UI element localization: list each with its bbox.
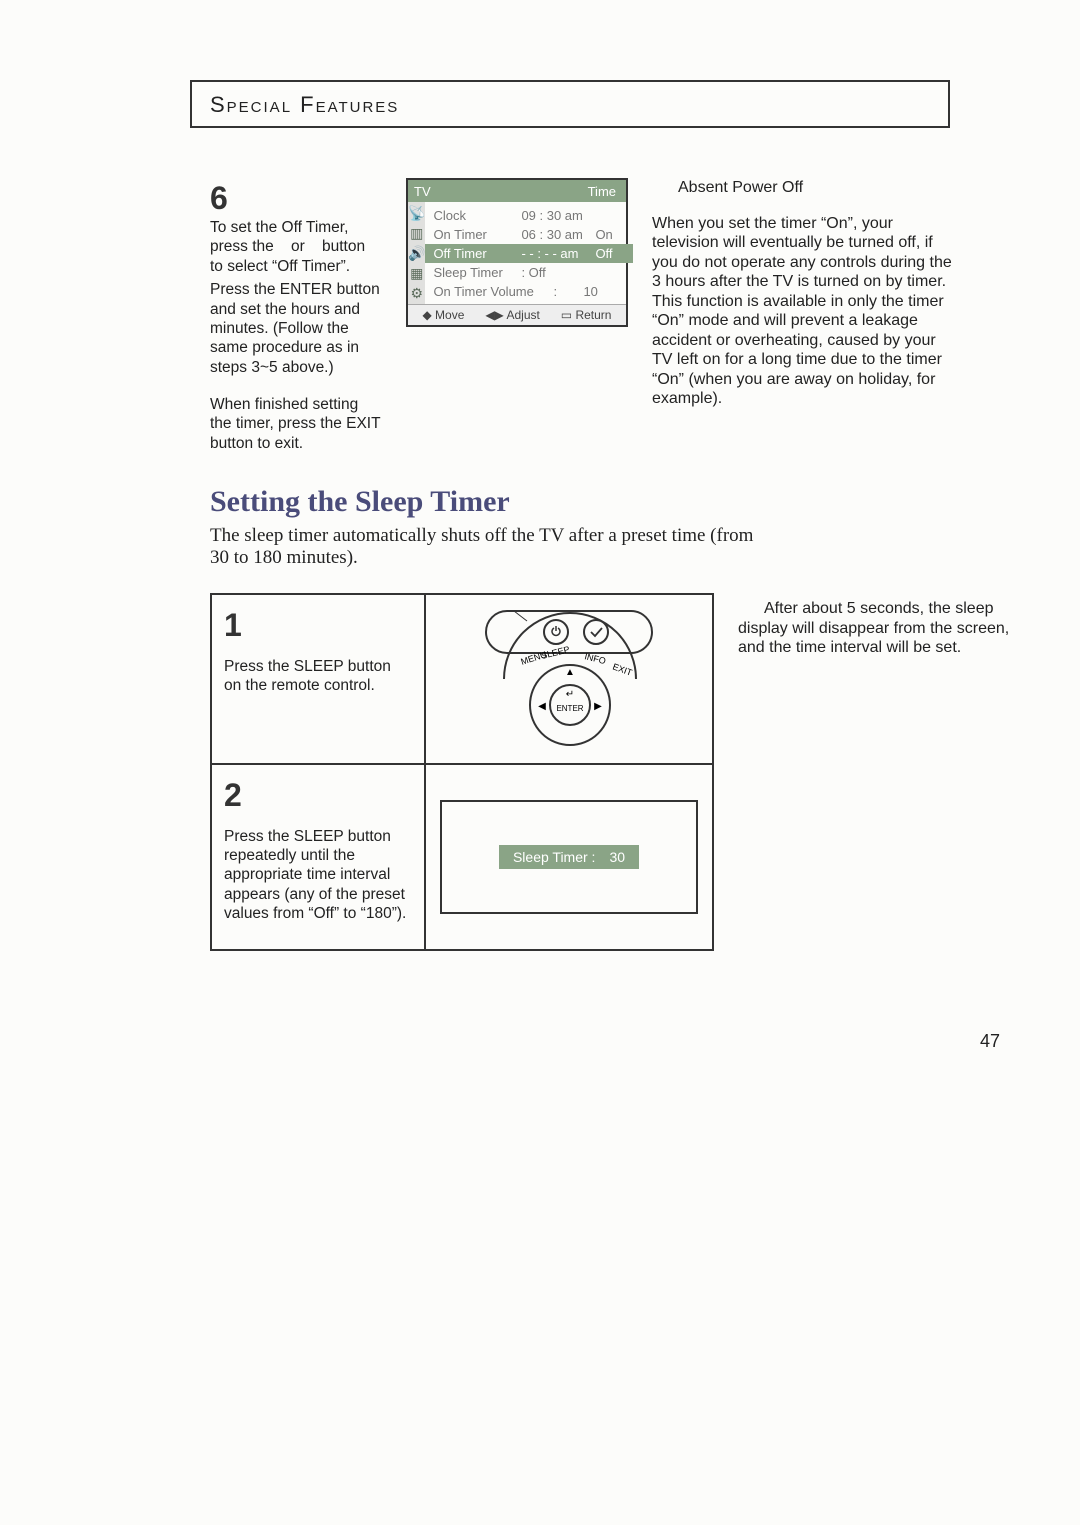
footer-move: ◆ Move [422, 308, 464, 322]
sleep-step-1-body: Press the SLEEP button on the remote con… [224, 657, 412, 696]
sleep-step-1-text: 1 Press the SLEEP button on the remote c… [212, 595, 426, 763]
sleep-step-2-text: 2 Press the SLEEP button repeatedly unti… [212, 765, 426, 949]
picture-icon: ▥ [410, 226, 423, 240]
osd-row-off-timer: Off Timer - - : - - am Off [425, 244, 633, 263]
footer-adjust: ◀▶ Adjust [485, 308, 540, 322]
step-6-para-2: Press the ENTER button and set the hours… [210, 280, 382, 377]
sleep-step-1-panel: 1 Press the SLEEP button on the remote c… [210, 593, 714, 765]
step-6-row: 6 To set the Off Timer, press the or but… [210, 178, 1010, 457]
sleep-timer-heading: Setting the Sleep Timer [210, 485, 1010, 519]
remote-illustration: MENU SLEEP INFO EXIT ↵ ENTER ▲ ◀ ▶ [426, 595, 712, 763]
osd-tab-tv: TV [414, 184, 431, 199]
sleep-step-2-panel: 2 Press the SLEEP button repeatedly unti… [210, 765, 714, 951]
absent-body: When you set the timer “On”, your televi… [652, 214, 952, 409]
osd-row-sleep-timer: Sleep Timer : Off [433, 263, 625, 282]
sleep-step-2-body: Press the SLEEP button repeatedly until … [224, 827, 412, 924]
setup-icon: ⚙ [410, 286, 423, 300]
svg-text:↵: ↵ [566, 689, 574, 700]
chapter-title-text: Special Features [210, 92, 399, 117]
sleep-osd-label: Sleep Timer : [513, 849, 595, 865]
sleep-step-2-osd: Sleep Timer : 30 [426, 765, 712, 949]
sleep-timer-intro: The sleep timer automatically shuts off … [210, 525, 770, 569]
sleep-note: After about 5 seconds, the sleep display… [738, 599, 1010, 658]
absent-title: Absent Power Off [678, 179, 803, 196]
label-enter: ENTER [556, 704, 583, 713]
sleep-step-2-number: 2 [224, 775, 412, 815]
osd-row-on-timer-volume: On Timer Volume : 10 [433, 282, 625, 301]
osd-row-on-timer: On Timer 06 : 30 am On [433, 225, 625, 244]
page-number: 47 [70, 1031, 1000, 1052]
sound-icon: 🔊 [408, 246, 425, 260]
svg-text:◀: ◀ [538, 701, 546, 712]
osd-footer: ◆ Move ◀▶ Adjust ▭ Return [408, 304, 626, 325]
antenna-icon: 📡 [408, 206, 425, 220]
osd-title-time: Time [588, 184, 616, 199]
chapter-title: Special Features [190, 80, 950, 128]
time-osd-screenshot: TV Time 📡 ▥ 🔊 ▦ ⚙ Clock 09 : 30 am [406, 178, 628, 327]
osd-list: Clock 09 : 30 am On Timer 06 : 30 am On … [425, 202, 633, 304]
osd-row-clock: Clock 09 : 30 am [433, 206, 625, 225]
sleep-note-text: After about 5 seconds, the sleep display… [738, 599, 1010, 658]
footer-return: ▭ Return [561, 308, 612, 322]
label-sleep: SLEEP [540, 644, 571, 661]
sleep-step-1-number: 1 [224, 605, 412, 645]
svg-text:▲: ▲ [565, 667, 575, 678]
step-6-para-3: When finished setting the timer, press t… [210, 395, 382, 453]
svg-text:▶: ▶ [594, 701, 602, 712]
remote-svg: MENU SLEEP INFO EXIT ↵ ENTER ▲ ◀ ▶ [484, 609, 654, 749]
label-exit: EXIT [611, 662, 634, 678]
osd-side-icons: 📡 ▥ 🔊 ▦ ⚙ [408, 202, 425, 304]
sleep-osd-bar: Sleep Timer : 30 [499, 845, 639, 869]
step-6-number: 6 [210, 178, 382, 218]
absent-power-off-note: Absent Power Off When you set the timer … [652, 178, 952, 425]
step-6-text: 6 To set the Off Timer, press the or but… [210, 178, 382, 457]
sleep-osd-value: 30 [609, 849, 625, 865]
step-6-para-1: To set the Off Timer, press the or butto… [210, 218, 382, 276]
channel-icon: ▦ [410, 266, 423, 280]
